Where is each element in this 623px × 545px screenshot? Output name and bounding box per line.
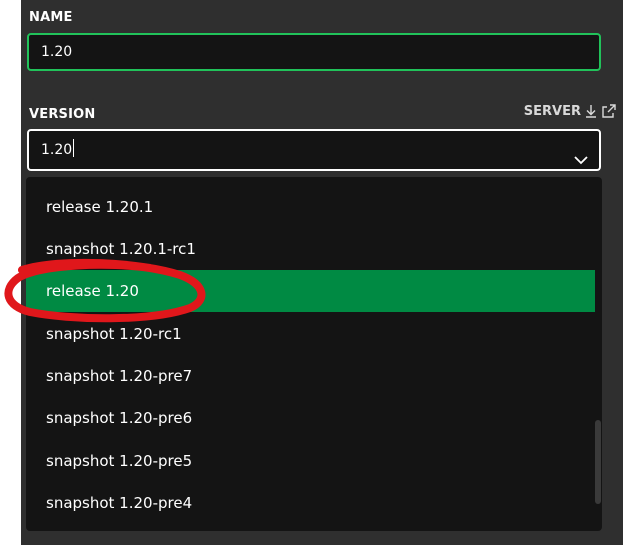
download-icon[interactable]	[585, 104, 597, 118]
text-cursor	[73, 139, 75, 157]
external-link-icon[interactable]	[601, 103, 617, 119]
version-select[interactable]: 1.20	[27, 129, 601, 171]
server-label: SERVER	[523, 103, 581, 119]
settings-panel: NAME 1.20 VERSION SERVER 1.20 release 1.…	[21, 0, 623, 545]
version-input-text[interactable]: 1.20	[41, 142, 72, 158]
version-option[interactable]: snapshot 1.20-pre7	[26, 355, 595, 397]
dropdown-scrollbar[interactable]	[595, 420, 601, 504]
version-option[interactable]: snapshot 1.20-pre5	[26, 440, 595, 482]
version-option[interactable]: snapshot 1.20-rc1	[26, 313, 595, 355]
version-label: VERSION	[29, 107, 96, 122]
version-option[interactable]: release 1.20.1	[26, 186, 595, 228]
version-option[interactable]: snapshot 1.20-pre4	[26, 482, 595, 524]
chevron-down-icon[interactable]	[573, 143, 589, 181]
version-option-selected[interactable]: release 1.20	[26, 270, 595, 312]
server-download-link[interactable]: SERVER	[524, 103, 617, 119]
name-input[interactable]: 1.20	[27, 33, 601, 71]
name-label: NAME	[29, 10, 73, 25]
version-option[interactable]: snapshot 1.20.1-rc1	[26, 228, 595, 270]
version-option[interactable]: snapshot 1.20-pre6	[26, 397, 595, 439]
version-dropdown-list: release 1.20.1 snapshot 1.20.1-rc1 relea…	[26, 177, 602, 531]
